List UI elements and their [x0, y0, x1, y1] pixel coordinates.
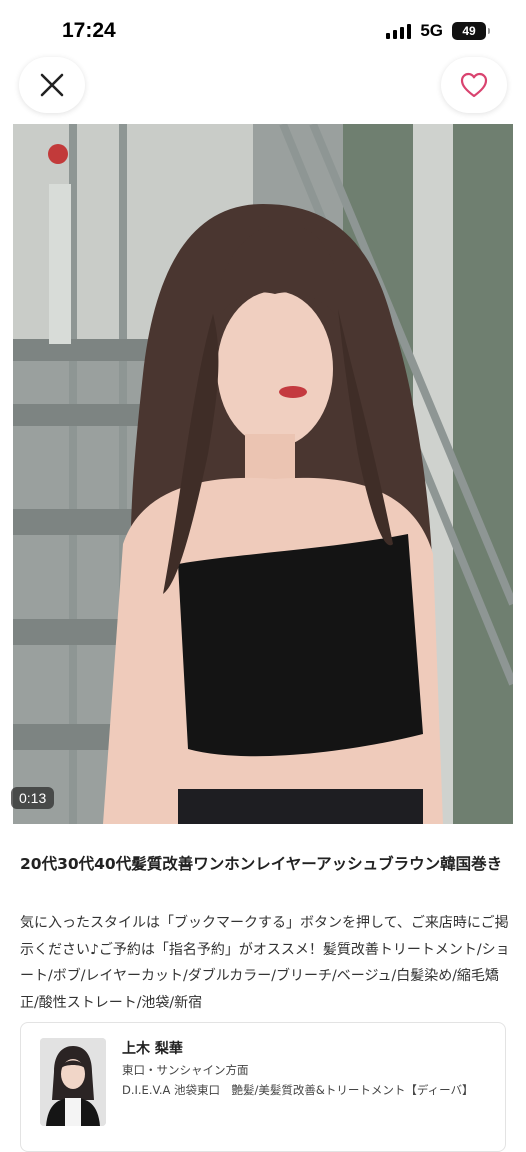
status-indicators: 5G 49 — [386, 21, 490, 41]
stylist-avatar-image — [40, 1038, 106, 1126]
style-video[interactable] — [13, 124, 513, 824]
style-photo — [13, 124, 513, 824]
video-duration-badge: 0:13 — [11, 787, 55, 809]
close-button[interactable] — [19, 57, 85, 113]
style-description: 気に入ったスタイルは「ブックマークする」ボタンを押して、ご来店時にご掲示ください… — [20, 915, 510, 1011]
network-type: 5G — [420, 21, 443, 40]
battery-level: 49 — [462, 24, 476, 38]
style-title: 20代30代40代髪質改善ワンホンレイヤーアッシュブラウン韓国巻き — [20, 855, 503, 873]
cellular-signal-icon — [386, 23, 412, 39]
status-time: 17:24 — [62, 19, 116, 42]
stylist-area: 東口・サンシャイン方面 — [122, 1063, 249, 1077]
close-icon — [40, 73, 64, 97]
stylist-salon: D.I.E.V.A 池袋東口 艶髪/美髪質改善&トリートメント【ディーバ】 — [122, 1083, 474, 1097]
battery-icon: 49 — [452, 22, 490, 40]
status-bar: 17:24 5G 49 — [0, 0, 526, 62]
favorite-button[interactable] — [441, 57, 507, 113]
stylist-card[interactable]: 上木 梨華 東口・サンシャイン方面 D.I.E.V.A 池袋東口 艶髪/美髪質改… — [20, 1022, 506, 1152]
stylist-avatar — [40, 1038, 106, 1126]
stylist-name: 上木 梨華 — [122, 1041, 183, 1057]
heart-icon — [460, 72, 488, 98]
